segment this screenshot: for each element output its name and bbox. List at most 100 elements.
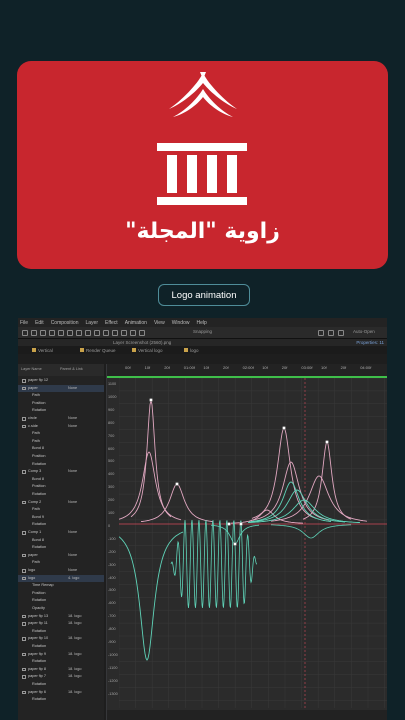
parent-select[interactable]: None: [68, 423, 77, 431]
visibility-icon[interactable]: [22, 531, 26, 535]
menu-item-file[interactable]: File: [20, 320, 28, 326]
parent-select[interactable]: 18. logo: [68, 620, 82, 628]
layer-row[interactable]: paper None: [18, 552, 104, 560]
layer-row[interactable]: Time Remap: [18, 582, 104, 590]
keyframe-marker[interactable]: [227, 522, 231, 526]
layer-row[interactable]: Position: [18, 483, 104, 491]
parent-select[interactable]: 18. logo: [68, 666, 82, 674]
menu-item-layer[interactable]: Layer: [85, 320, 98, 326]
puppet-tool-icon[interactable]: [139, 330, 145, 336]
graph-plot[interactable]: [119, 378, 387, 708]
visibility-icon[interactable]: [22, 470, 26, 474]
layer-row[interactable]: logo None: [18, 567, 104, 575]
parent-select[interactable]: None: [68, 567, 77, 575]
keyframe-marker[interactable]: [325, 440, 329, 444]
layer-row[interactable]: Path: [18, 506, 104, 514]
keyframe-marker[interactable]: [233, 542, 237, 546]
cyan-oscillation-curve[interactable]: [170, 519, 257, 609]
camera-tool-icon[interactable]: [67, 330, 73, 336]
layer-row[interactable]: Rotation: [18, 544, 104, 552]
visibility-icon[interactable]: [22, 386, 26, 391]
layer-row[interactable]: Rotation: [18, 658, 104, 666]
parent-select[interactable]: None: [68, 499, 77, 507]
layer-row[interactable]: paper fip 8 18. logo: [18, 666, 104, 674]
layer-row[interactable]: Path: [18, 430, 104, 438]
visibility-icon[interactable]: [22, 690, 26, 695]
clone-tool-icon[interactable]: [121, 330, 127, 336]
tab-vertical-logo[interactable]: Vertical logo: [138, 348, 163, 353]
hand-tool-icon[interactable]: [40, 330, 46, 336]
cyan-curve[interactable]: [119, 531, 184, 661]
parent-select[interactable]: 18. logo: [68, 635, 82, 643]
keyframe-marker[interactable]: [282, 426, 286, 430]
visibility-icon[interactable]: [22, 553, 26, 558]
visibility-icon[interactable]: [22, 576, 26, 581]
align-icon[interactable]: [318, 330, 324, 336]
layer-row[interactable]: paper fip 7 18. logo: [18, 673, 104, 681]
parent-select[interactable]: 18. logo: [68, 689, 82, 697]
keyframe-marker[interactable]: [149, 398, 153, 402]
eraser-tool-icon[interactable]: [130, 330, 136, 336]
visibility-icon[interactable]: [22, 417, 26, 421]
layer-row[interactable]: Path: [18, 559, 104, 567]
layer-row[interactable]: paper fip 9 18. logo: [18, 651, 104, 659]
cyan-curve[interactable]: [270, 524, 352, 539]
layer-row[interactable]: circle None: [18, 415, 104, 423]
visibility-icon[interactable]: [22, 667, 26, 672]
parent-select[interactable]: None: [68, 529, 77, 537]
layer-row[interactable]: Rotation: [18, 521, 104, 529]
layer-row[interactable]: paper fip 10 18. logo: [18, 635, 104, 643]
layer-row[interactable]: Rotation: [18, 628, 104, 636]
parent-select[interactable]: 18. logo: [68, 613, 82, 621]
menu-item-animation[interactable]: Animation: [125, 320, 147, 326]
auto-open-toggle[interactable]: Auto-Open: [353, 329, 375, 334]
keyframe-marker[interactable]: [175, 482, 179, 486]
pink-curve[interactable]: [302, 440, 352, 520]
layer-row[interactable]: Rotation: [18, 461, 104, 469]
layer-row[interactable]: c.side None: [18, 423, 104, 431]
pen-tool-icon[interactable]: [94, 330, 100, 336]
layer-row[interactable]: Comp 2 None: [18, 499, 104, 507]
layer-row[interactable]: Position: [18, 400, 104, 408]
pink-curve[interactable]: [119, 451, 182, 521]
layer-row[interactable]: paper fip 12: [18, 377, 104, 385]
visibility-icon[interactable]: [22, 675, 26, 679]
menu-item-help[interactable]: Help: [196, 320, 206, 326]
layer-row[interactable]: Rotation: [18, 643, 104, 651]
menu-item-edit[interactable]: Edit: [35, 320, 44, 326]
layer-row[interactable]: Rotation: [18, 696, 104, 704]
visibility-icon[interactable]: [22, 424, 26, 429]
visibility-icon[interactable]: [22, 652, 26, 657]
layer-row[interactable]: Comp 1 None: [18, 529, 104, 537]
menu-item-effect[interactable]: Effect: [105, 320, 118, 326]
layer-row[interactable]: Bond 9: [18, 514, 104, 522]
brush-tool-icon[interactable]: [112, 330, 118, 336]
time-ruler[interactable]: 00f 10f 20f 01:00f 10f 20f 02:00f 10f 20f 03:00f 1…: [107, 364, 387, 376]
visibility-icon[interactable]: [22, 379, 26, 383]
anchor-tool-icon[interactable]: [76, 330, 82, 336]
layer-row[interactable]: paper fip 13 18. logo: [18, 613, 104, 621]
menu-item-window[interactable]: Window: [172, 320, 190, 326]
layer-row[interactable]: Rotation: [18, 681, 104, 689]
layer-row[interactable]: Rotation: [18, 597, 104, 605]
visibility-icon[interactable]: [22, 614, 26, 619]
shape-tool-icon[interactable]: [85, 330, 91, 336]
select-tool-icon[interactable]: [31, 330, 37, 336]
visibility-icon[interactable]: [22, 622, 26, 626]
properties-tab[interactable]: Properties: 11: [356, 339, 384, 346]
layer-row[interactable]: Bond 8: [18, 445, 104, 453]
keyframe-marker[interactable]: [239, 522, 243, 526]
layer-row[interactable]: Rotation: [18, 491, 104, 499]
layer-row[interactable]: Position: [18, 453, 104, 461]
tab-logo[interactable]: logo: [190, 348, 199, 353]
parent-select[interactable]: 18. logo: [68, 651, 82, 659]
home-icon[interactable]: [22, 330, 28, 336]
layer-row[interactable]: Comp 3 None: [18, 468, 104, 476]
layer-row[interactable]: Path: [18, 438, 104, 446]
parent-select[interactable]: 4. logo: [68, 575, 79, 583]
logo-animation-button[interactable]: Logo animation: [158, 284, 250, 306]
parent-select[interactable]: None: [68, 552, 77, 560]
layer-row[interactable]: paper fip 6 18. logo: [18, 689, 104, 697]
layer-row[interactable]: Path: [18, 392, 104, 400]
layer-row[interactable]: Bond 8: [18, 537, 104, 545]
